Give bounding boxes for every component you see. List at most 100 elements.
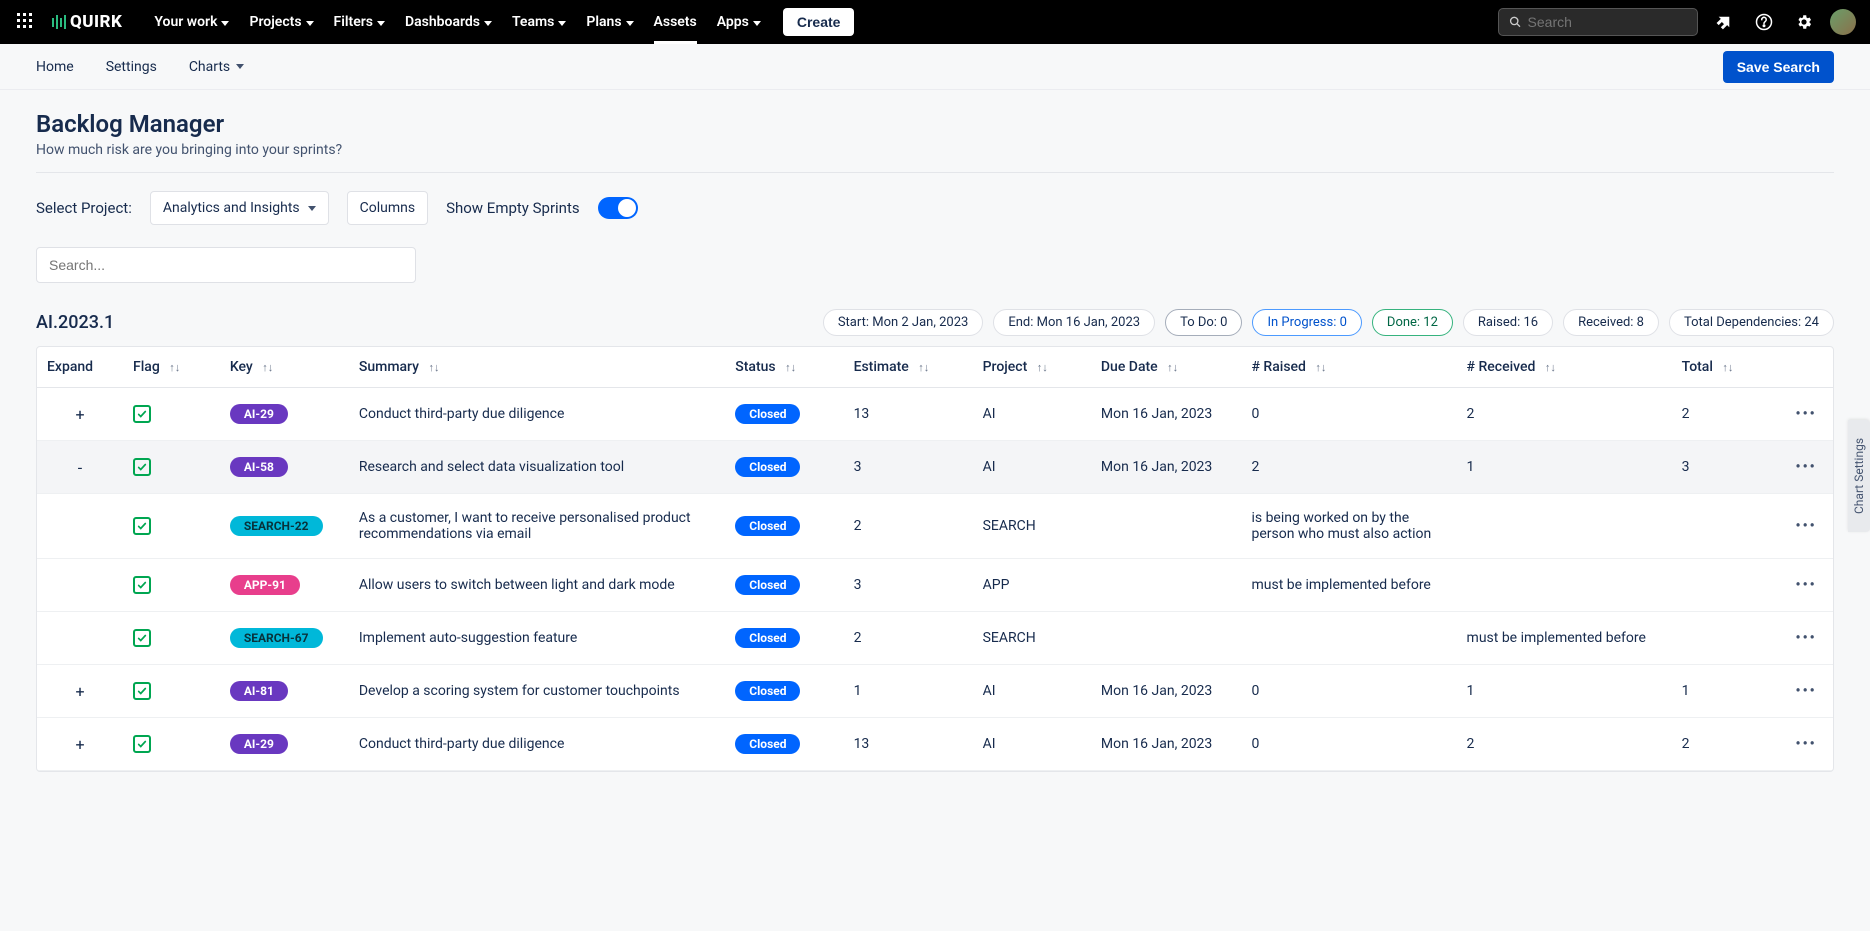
due-cell bbox=[1091, 612, 1242, 665]
notifications-icon[interactable] bbox=[1710, 8, 1738, 36]
project-cell: AI bbox=[973, 388, 1091, 441]
col-estimate[interactable]: Estimate ↑↓ bbox=[844, 347, 973, 388]
flag-checkbox[interactable] bbox=[133, 735, 151, 753]
key-cell: APP-91 bbox=[220, 559, 349, 612]
col-label: Project bbox=[983, 359, 1028, 375]
received-cell: must be implemented before bbox=[1457, 612, 1672, 665]
nav-dashboards[interactable]: Dashboards bbox=[405, 4, 492, 40]
col-due-date[interactable]: Due Date ↑↓ bbox=[1091, 347, 1242, 388]
project-cell: AI bbox=[973, 665, 1091, 718]
summary-cell: Allow users to switch between light and … bbox=[349, 559, 725, 612]
app-tabs-bar: Home Settings Charts Save Search bbox=[0, 44, 1870, 90]
expand-toggle[interactable]: + bbox=[37, 718, 123, 771]
nav-filters[interactable]: Filters bbox=[334, 4, 385, 40]
brand-logo-mark bbox=[52, 15, 66, 29]
row-actions-menu[interactable]: ••• bbox=[1779, 388, 1833, 441]
nav-projects[interactable]: Projects bbox=[249, 4, 313, 40]
issue-key-chip[interactable]: AI-81 bbox=[230, 681, 288, 701]
issue-key-chip[interactable]: AI-29 bbox=[230, 404, 288, 424]
user-avatar[interactable] bbox=[1830, 9, 1856, 35]
row-actions-menu[interactable]: ••• bbox=[1779, 665, 1833, 718]
project-cell: APP bbox=[973, 559, 1091, 612]
flag-checkbox[interactable] bbox=[133, 458, 151, 476]
flag-checkbox[interactable] bbox=[133, 517, 151, 535]
col--raised[interactable]: # Raised ↑↓ bbox=[1241, 347, 1456, 388]
row-actions-menu[interactable]: ••• bbox=[1779, 718, 1833, 771]
issue-key-chip[interactable]: AI-29 bbox=[230, 734, 288, 754]
global-search-input[interactable] bbox=[1528, 14, 1687, 30]
flag-cell bbox=[123, 441, 220, 494]
columns-button[interactable]: Columns bbox=[347, 191, 428, 225]
nav-label: Apps bbox=[717, 14, 749, 30]
nav-apps[interactable]: Apps bbox=[717, 4, 761, 40]
nav-plans[interactable]: Plans bbox=[586, 4, 633, 40]
issue-key-chip[interactable]: SEARCH-22 bbox=[230, 516, 323, 536]
flag-checkbox[interactable] bbox=[133, 629, 151, 647]
col-label: Estimate bbox=[854, 359, 909, 375]
search-icon bbox=[1509, 15, 1522, 29]
page-subtitle: How much risk are you bringing into your… bbox=[36, 142, 1834, 173]
flag-checkbox[interactable] bbox=[133, 576, 151, 594]
received-cell bbox=[1457, 559, 1672, 612]
sort-icon: ↑↓ bbox=[262, 361, 273, 374]
received-cell bbox=[1457, 494, 1672, 559]
row-actions-menu[interactable]: ••• bbox=[1779, 441, 1833, 494]
col-label: Status bbox=[735, 359, 775, 375]
flag-checkbox[interactable] bbox=[133, 405, 151, 423]
expand-toggle[interactable]: + bbox=[37, 665, 123, 718]
chart-settings-side-tab[interactable]: Chart Settings bbox=[1848, 420, 1870, 532]
show-empty-sprints-toggle[interactable] bbox=[598, 197, 638, 219]
app-switcher-icon[interactable] bbox=[14, 10, 38, 34]
col--received[interactable]: # Received ↑↓ bbox=[1457, 347, 1672, 388]
raised-cell bbox=[1241, 612, 1456, 665]
expand-toggle[interactable]: - bbox=[37, 441, 123, 494]
brand-name: QUIRK bbox=[70, 12, 122, 32]
nav-label: Assets bbox=[654, 14, 697, 30]
sprint-name: AI.2023.1 bbox=[36, 312, 114, 333]
summary-cell: Develop a scoring system for customer to… bbox=[349, 665, 725, 718]
brand-logo[interactable]: QUIRK bbox=[52, 12, 122, 32]
save-search-button[interactable]: Save Search bbox=[1723, 51, 1834, 83]
sprint-pill: Done: 12 bbox=[1372, 309, 1453, 336]
project-selector[interactable]: Analytics and Insights bbox=[150, 191, 329, 225]
col-total[interactable]: Total ↑↓ bbox=[1672, 347, 1780, 388]
nav-label: Teams bbox=[512, 14, 554, 30]
col-status[interactable]: Status ↑↓ bbox=[725, 347, 843, 388]
nav-assets[interactable]: Assets bbox=[654, 4, 697, 40]
backlog-search-input[interactable] bbox=[36, 247, 416, 283]
sprint-pill: To Do: 0 bbox=[1165, 309, 1242, 336]
help-icon[interactable] bbox=[1750, 8, 1778, 36]
col-label: # Raised bbox=[1251, 359, 1305, 375]
sprint-pill: Received: 8 bbox=[1563, 309, 1659, 336]
row-actions-menu[interactable]: ••• bbox=[1779, 559, 1833, 612]
estimate-cell: 1 bbox=[844, 665, 973, 718]
create-button[interactable]: Create bbox=[783, 8, 855, 36]
status-cell: Closed bbox=[725, 665, 843, 718]
chevron-down-icon bbox=[377, 21, 385, 26]
tab-home[interactable]: Home bbox=[36, 59, 74, 75]
issue-key-chip[interactable]: APP-91 bbox=[230, 575, 300, 595]
sort-icon: ↑↓ bbox=[169, 361, 180, 374]
expand-toggle bbox=[37, 559, 123, 612]
col-key[interactable]: Key ↑↓ bbox=[220, 347, 349, 388]
nav-teams[interactable]: Teams bbox=[512, 4, 566, 40]
col-summary[interactable]: Summary ↑↓ bbox=[349, 347, 725, 388]
issue-key-chip[interactable]: AI-58 bbox=[230, 457, 288, 477]
summary-cell: Conduct third-party due diligence bbox=[349, 718, 725, 771]
row-actions-menu[interactable]: ••• bbox=[1779, 494, 1833, 559]
global-search[interactable] bbox=[1498, 8, 1698, 36]
total-cell: 3 bbox=[1672, 441, 1780, 494]
settings-icon[interactable] bbox=[1790, 8, 1818, 36]
row-actions-menu[interactable]: ••• bbox=[1779, 612, 1833, 665]
flag-checkbox[interactable] bbox=[133, 682, 151, 700]
chevron-down-icon bbox=[221, 21, 229, 26]
col-project[interactable]: Project ↑↓ bbox=[973, 347, 1091, 388]
tab-settings[interactable]: Settings bbox=[106, 59, 157, 75]
chevron-down-icon bbox=[558, 21, 566, 26]
tab-charts[interactable]: Charts bbox=[189, 59, 244, 75]
col-flag[interactable]: Flag ↑↓ bbox=[123, 347, 220, 388]
nav-your-work[interactable]: Your work bbox=[154, 4, 229, 40]
expand-toggle[interactable]: + bbox=[37, 388, 123, 441]
sort-icon: ↑↓ bbox=[1722, 361, 1733, 374]
issue-key-chip[interactable]: SEARCH-67 bbox=[230, 628, 323, 648]
